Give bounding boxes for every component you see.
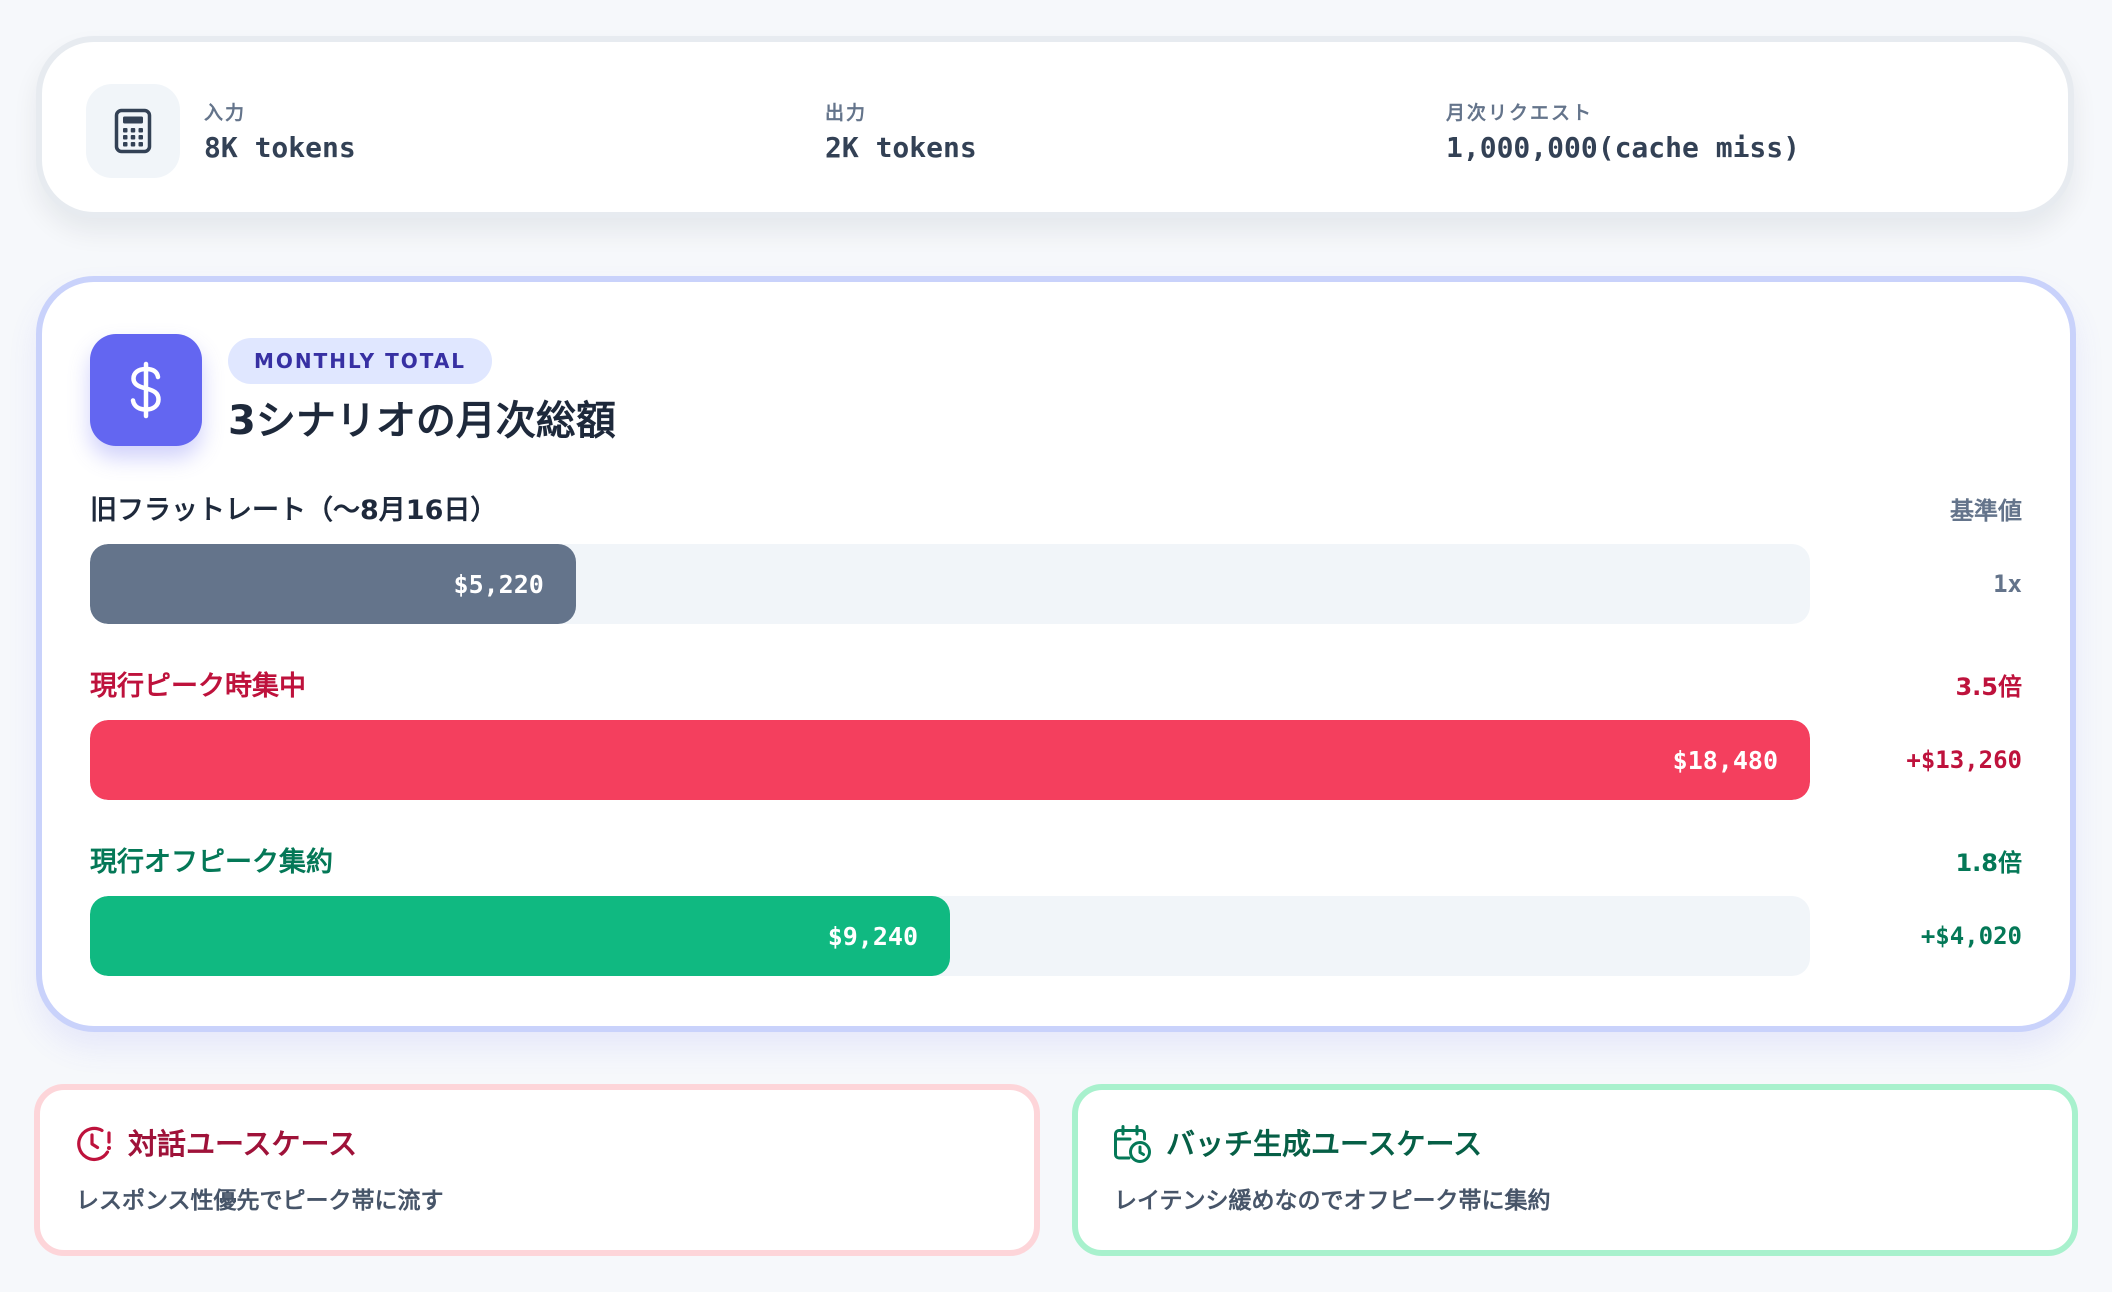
scenario-diff-peak: +$13,260 (1906, 746, 2022, 774)
scenario-bar-flat-rate: $5,220 (90, 544, 576, 624)
monthly-total-title: 3シナリオの月次総額 (228, 398, 616, 444)
scenario-ratio-peak: 3.5倍 (1955, 673, 2022, 701)
scenario-bar-peak: $18,480 (90, 720, 1810, 800)
scenario-bar-value-peak: $18,480 (1672, 745, 1778, 775)
batch-usecase-desc: レイテンシ緩めなのでオフピーク帯に集約 (1114, 1188, 1551, 1214)
batch-usecase-card: バッチ生成ユースケース レイテンシ緩めなのでオフピーク帯に集約 (1072, 1084, 2078, 1256)
output-tokens-label: 出力 (825, 102, 868, 124)
monthly-total-pill: MONTHLY TOTAL (228, 338, 493, 384)
scenario-bar-value-offpeak: $9,240 (827, 921, 918, 951)
dollar-badge (90, 334, 202, 446)
scenario-diff-flat-rate: 1x (1993, 570, 2022, 598)
scenario-ratio-offpeak: 1.8倍 (1955, 849, 2022, 877)
conversation-usecase-title: 対話ユースケース (128, 1127, 358, 1161)
monthly-total-card: MONTHLY TOTAL 3シナリオの月次総額 旧フラットレート（〜8月16日… (36, 276, 2076, 1032)
scenario-bar-track-peak: $18,480 (90, 720, 1810, 800)
scenario-diff-offpeak: +$4,020 (1920, 922, 2022, 950)
scenario-label-offpeak: 現行オフピーク集約 (90, 847, 333, 878)
scenario-bar-value-flat-rate: $5,220 (453, 569, 544, 599)
output-tokens-value: 2K tokens (825, 131, 977, 164)
calculator-icon-container (86, 84, 180, 178)
batch-usecase-title: バッチ生成ユースケース (1166, 1127, 1483, 1161)
monthly-requests-item: 月次リクエスト 1,000,000(cache miss) (1446, 102, 1800, 164)
monthly-requests-value: 1,000,000(cache miss) (1446, 131, 1801, 164)
scenario-bar-track-offpeak: $9,240 (90, 896, 1810, 976)
conversation-usecase-desc: レスポンス性優先でピーク帯に流す (76, 1188, 444, 1214)
input-tokens-label: 入力 (204, 102, 247, 124)
monthly-requests-label: 月次リクエスト (1446, 102, 1594, 124)
output-tokens-item: 出力 2K tokens (825, 102, 977, 164)
calendar-clock-icon (1114, 1125, 1151, 1163)
scenario-label-flat-rate: 旧フラットレート（〜8月16日） (90, 495, 498, 526)
input-tokens-value: 8K tokens (204, 131, 356, 164)
request-parameters-card: 入力 8K tokens 出力 2K tokens 月次リクエスト 1,000,… (36, 36, 2074, 218)
dollar-icon (130, 361, 161, 419)
clock-alert-icon (77, 1126, 111, 1162)
conversation-usecase-card: 対話ユースケース レスポンス性優先でピーク帯に流す (34, 1084, 1040, 1256)
scenario-bar-offpeak: $9,240 (90, 896, 950, 976)
input-tokens-item: 入力 8K tokens (204, 102, 356, 164)
scenario-bar-track-flat-rate: $5,220 (90, 544, 1810, 624)
calculator-icon (114, 108, 152, 154)
scenario-label-peak: 現行ピーク時集中 (90, 671, 306, 702)
scenario-ratio-flat-rate: 基準値 (1950, 497, 2022, 525)
